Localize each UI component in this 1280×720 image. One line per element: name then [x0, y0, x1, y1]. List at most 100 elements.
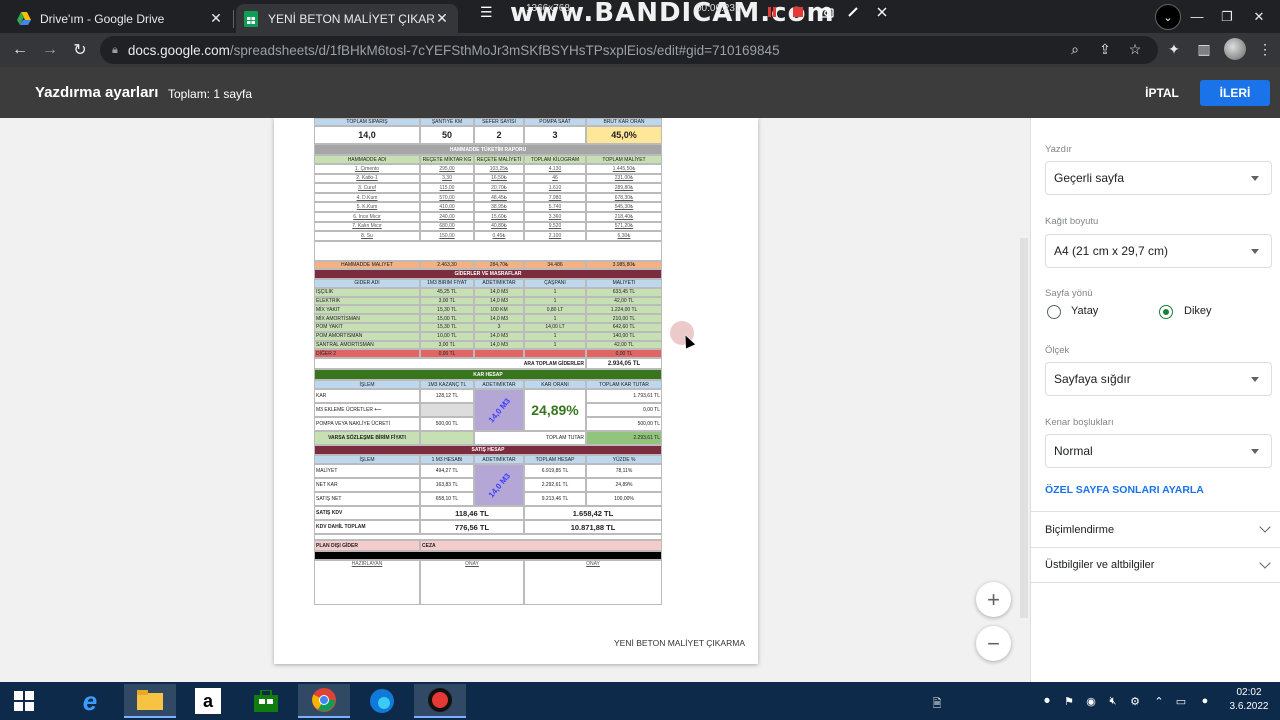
clock-date: 3.6.2022 [1229, 701, 1269, 712]
formatting-section[interactable]: Biçimlendirme [1031, 511, 1280, 547]
share-icon[interactable]: ⇪ [1096, 41, 1114, 58]
table-cell: 1 [524, 331, 586, 341]
tab-title: Drive'ım - Google Drive [40, 11, 165, 26]
next-button[interactable]: İLERİ [1200, 80, 1270, 106]
page-title: Yazdırma ayarları [35, 84, 159, 101]
record-tray-icon[interactable]: ⏺︎ [1040, 695, 1054, 708]
back-icon[interactable]: ← [8, 38, 32, 62]
url-path: /spreadsheets/d/1fBHkM6tosl-7cYEFSthMoJr… [229, 42, 780, 58]
weather-icon[interactable]: ● [1198, 695, 1212, 707]
profit-label: M3 EKLEME ÜCRETLER ⟵ [314, 403, 420, 418]
paper-size-label: Kağıt boyutu [1045, 216, 1099, 227]
section-title: KAR HESAP [314, 369, 662, 381]
profile-avatar[interactable] [1224, 38, 1246, 60]
summary-header: POMPA SAAT [524, 118, 586, 126]
scale-select[interactable]: Sayfaya sığdır [1045, 362, 1272, 396]
table-cell: 48,45₺ [474, 192, 524, 203]
sales-quantity: 14,0 M3 [474, 464, 524, 507]
stop-icon[interactable] [792, 6, 804, 18]
landscape-label[interactable]: Yatay [1071, 305, 1098, 317]
tab-search-icon[interactable]: ⌄ [1155, 4, 1181, 30]
table-cell: 571,20₺ [586, 221, 662, 232]
table-cell: 295,00 [420, 164, 474, 174]
margins-select[interactable]: Normal [1045, 434, 1272, 468]
table-cell: 3,00 TL [420, 340, 474, 350]
table-cell: 289,80₺ [586, 183, 662, 193]
column-header: 1 M3 HESABI [420, 455, 474, 465]
chevron-up-icon[interactable]: ⌃ [1152, 695, 1166, 708]
print-select[interactable]: Geçerli sayfa [1045, 161, 1272, 195]
bandicam-record-icon[interactable] [414, 684, 466, 718]
zoom-icon[interactable]: ⌕ [1066, 41, 1084, 58]
camera-icon[interactable] [820, 6, 834, 18]
pencil-icon[interactable] [847, 6, 859, 18]
edge-icon[interactable] [356, 684, 408, 718]
custom-page-breaks-link[interactable]: ÖZEL SAYFA SONLARI AYARLA [1045, 484, 1204, 496]
internet-explorer-icon[interactable]: e [64, 684, 116, 718]
volume-muted-icon[interactable]: 🔇︎ [1106, 695, 1120, 708]
print-preview[interactable]: TOPLAM SİPARİŞ ŞANTİYE KM SEFER SAYISI P… [0, 118, 1030, 682]
portrait-label[interactable]: Dikey [1184, 305, 1212, 317]
table-cell: 2. Katkı-1 [314, 173, 420, 184]
amazon-icon[interactable]: a [182, 684, 234, 718]
close-tab-icon[interactable]: ✕ [208, 10, 224, 27]
subtotal-value: 2.934,05 TL [586, 358, 662, 370]
notification-file-icon[interactable]: 🗎︎ [930, 695, 944, 714]
table-cell: 15,60₺ [474, 211, 524, 222]
reload-icon[interactable]: ↻ [68, 38, 92, 62]
table-cell: 15,30 TL [420, 305, 474, 315]
file-explorer-icon[interactable] [124, 684, 176, 718]
more-menu-icon[interactable]: ⋮ [1256, 41, 1274, 58]
preview-scrollbar[interactable] [1020, 238, 1028, 618]
security-tray-icon[interactable]: ◉ [1084, 695, 1098, 708]
flag-icon[interactable]: ⚑ [1062, 695, 1076, 708]
sales-total: 9.213,46 TL [524, 492, 586, 507]
address-bar[interactable]: 🔒︎ docs.google.com/spreadsheets/d/1fBHkM… [100, 36, 1158, 64]
landscape-radio[interactable] [1047, 305, 1061, 319]
close-tab-icon[interactable]: ✕ [434, 10, 450, 27]
paper-size-select[interactable]: A4 (21 cm x 29,7 cm) [1045, 234, 1272, 268]
table-cell: 14,0 M3 [474, 340, 524, 350]
table-cell: DİĞER 2 [314, 349, 420, 359]
maximize-icon[interactable]: ❐ [1212, 0, 1242, 33]
sales-label: NET KAR [314, 478, 420, 493]
extensions-icon[interactable]: ✦ [1165, 41, 1183, 58]
chrome-icon[interactable] [298, 684, 350, 718]
total-cell: 34.486 [524, 260, 586, 269]
close-window-icon[interactable]: ✕ [1244, 0, 1274, 33]
hardware-tray-icon[interactable]: ⚙ [1128, 695, 1142, 708]
sales-unit: 658,10 TL [420, 492, 474, 507]
profit-quantity: 14,0 M3 [474, 389, 524, 432]
windows-start-icon[interactable] [0, 684, 48, 718]
lock-icon[interactable]: 🔒︎ [112, 44, 118, 57]
zoom-in-button[interactable]: + [976, 582, 1011, 617]
contract-value [420, 431, 474, 446]
network-icon[interactable]: ▭ [1174, 695, 1188, 708]
table-cell: 46 [524, 173, 586, 184]
forward-icon[interactable]: → [38, 38, 62, 62]
zoom-out-button[interactable]: − [976, 626, 1011, 661]
menu-icon[interactable]: ☰ [480, 4, 493, 21]
side-panel-icon[interactable]: ▥ [1195, 41, 1213, 58]
store-icon[interactable] [240, 684, 292, 718]
headers-footers-section[interactable]: Üstbilgiler ve altbilgiler [1031, 547, 1280, 583]
table-cell: 410,00 [420, 202, 474, 212]
table-row: İŞÇİLİK 45,25 TL 14,0 M3 1 633,45 TL [314, 287, 662, 297]
minimize-icon[interactable]: — [1182, 0, 1212, 33]
tab-sheets[interactable]: YENİ BETON MALİYET ÇIKARMA ✕ [236, 4, 458, 33]
system-clock[interactable]: 02:02 3.6.2022 [1224, 686, 1274, 714]
cancel-button[interactable]: İPTAL [1134, 80, 1190, 106]
sales-unit: 163,83 TL [420, 478, 474, 493]
tab-google-drive[interactable]: Drive'ım - Google Drive ✕ [8, 4, 232, 33]
table-cell [474, 349, 524, 359]
pause-icon[interactable] [766, 6, 778, 18]
close-overlay-icon[interactable] [876, 6, 888, 18]
profit-label: POMPA VEYA NAKLİYE ÜCRETİ [314, 417, 420, 432]
total-cell: HAMMADDE MALİYET [314, 260, 420, 269]
table-cell: 3.360 [524, 211, 586, 222]
profit-rate: 24,89% [524, 389, 586, 432]
table-cell: 115,00 [420, 183, 474, 193]
bookmark-star-icon[interactable]: ☆ [1126, 41, 1144, 58]
portrait-radio[interactable] [1159, 305, 1173, 319]
sales-label: MALİYET [314, 464, 420, 479]
